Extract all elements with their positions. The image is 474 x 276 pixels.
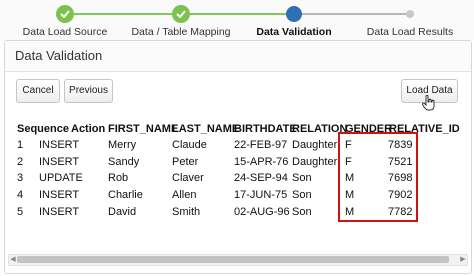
- highlight-box: [338, 132, 418, 222]
- wizard-progress: Data Load Source Data / Table Mapping Da…: [0, 0, 474, 40]
- cell-action: INSERT: [39, 206, 80, 218]
- step-2-complete-icon: [172, 5, 190, 23]
- cell-birthdate: 15-APR-76: [234, 156, 289, 168]
- column-header-first-name: FIRST_NAME: [108, 123, 179, 135]
- scroll-left-arrow-icon[interactable]: ◀: [9, 255, 17, 265]
- cell-sequence: 5: [17, 206, 24, 218]
- column-header-birthdate: BIRTHDATE: [234, 123, 297, 135]
- cell-last-name: Smith: [172, 206, 201, 218]
- cell-birthdate: 17-JUN-75: [234, 189, 288, 201]
- cell-relation: Son: [292, 172, 312, 184]
- wizard-connector-1: [65, 13, 181, 15]
- column-header-last-name: LAST_NAME: [172, 123, 240, 135]
- cell-last-name: Claude: [172, 139, 207, 151]
- column-header-action: Action: [71, 123, 106, 135]
- cell-first-name: Merry: [108, 139, 137, 151]
- cell-first-name: Sandy: [108, 156, 140, 168]
- cell-first-name: Rob: [108, 172, 129, 184]
- region-header: Data Validation: [5, 41, 471, 72]
- cell-relation: Son: [292, 189, 312, 201]
- cell-relation: Son: [292, 206, 312, 218]
- region-title: Data Validation: [15, 48, 103, 63]
- cell-last-name: Peter: [172, 156, 199, 168]
- cell-action: UPDATE: [39, 172, 83, 184]
- cell-relation: Daughter: [292, 156, 338, 168]
- column-header-sequence: Sequence: [17, 123, 69, 135]
- wizard-connector-3: [294, 13, 410, 15]
- cell-sequence: 4: [17, 189, 24, 201]
- cell-sequence: 3: [17, 172, 24, 184]
- cell-birthdate: 24-SEP-94: [234, 172, 288, 184]
- cell-first-name: David: [108, 206, 137, 218]
- cell-birthdate: 22-FEB-97: [234, 139, 288, 151]
- horizontal-scrollbar[interactable]: ◀ ▶: [8, 254, 468, 266]
- step-label-data-load-source: Data Load Source: [22, 26, 108, 38]
- cell-sequence: 2: [17, 156, 24, 168]
- cell-sequence: 1: [17, 139, 24, 151]
- cell-last-name: Claver: [172, 172, 204, 184]
- cell-action: INSERT: [39, 156, 80, 168]
- cell-last-name: Allen: [172, 189, 197, 201]
- cell-action: INSERT: [39, 139, 80, 151]
- wizard-connector-2: [181, 13, 294, 15]
- step-label-data-load-results: Data Load Results: [366, 26, 454, 38]
- cell-birthdate: 02-AUG-96: [234, 206, 290, 218]
- scrollbar-thumb[interactable]: [17, 256, 449, 263]
- scroll-right-arrow-icon[interactable]: ▶: [459, 255, 467, 265]
- step-1-complete-icon: [56, 5, 74, 23]
- step-label-data-validation: Data Validation: [256, 26, 332, 38]
- step-4-pending-icon: [406, 10, 414, 18]
- cell-relation: Daughter: [292, 139, 338, 151]
- step-3-current-icon: [286, 6, 302, 22]
- cell-action: INSERT: [39, 189, 80, 201]
- cell-first-name: Charlie: [108, 189, 143, 201]
- step-label-data-table-mapping: Data / Table Mapping: [131, 26, 231, 38]
